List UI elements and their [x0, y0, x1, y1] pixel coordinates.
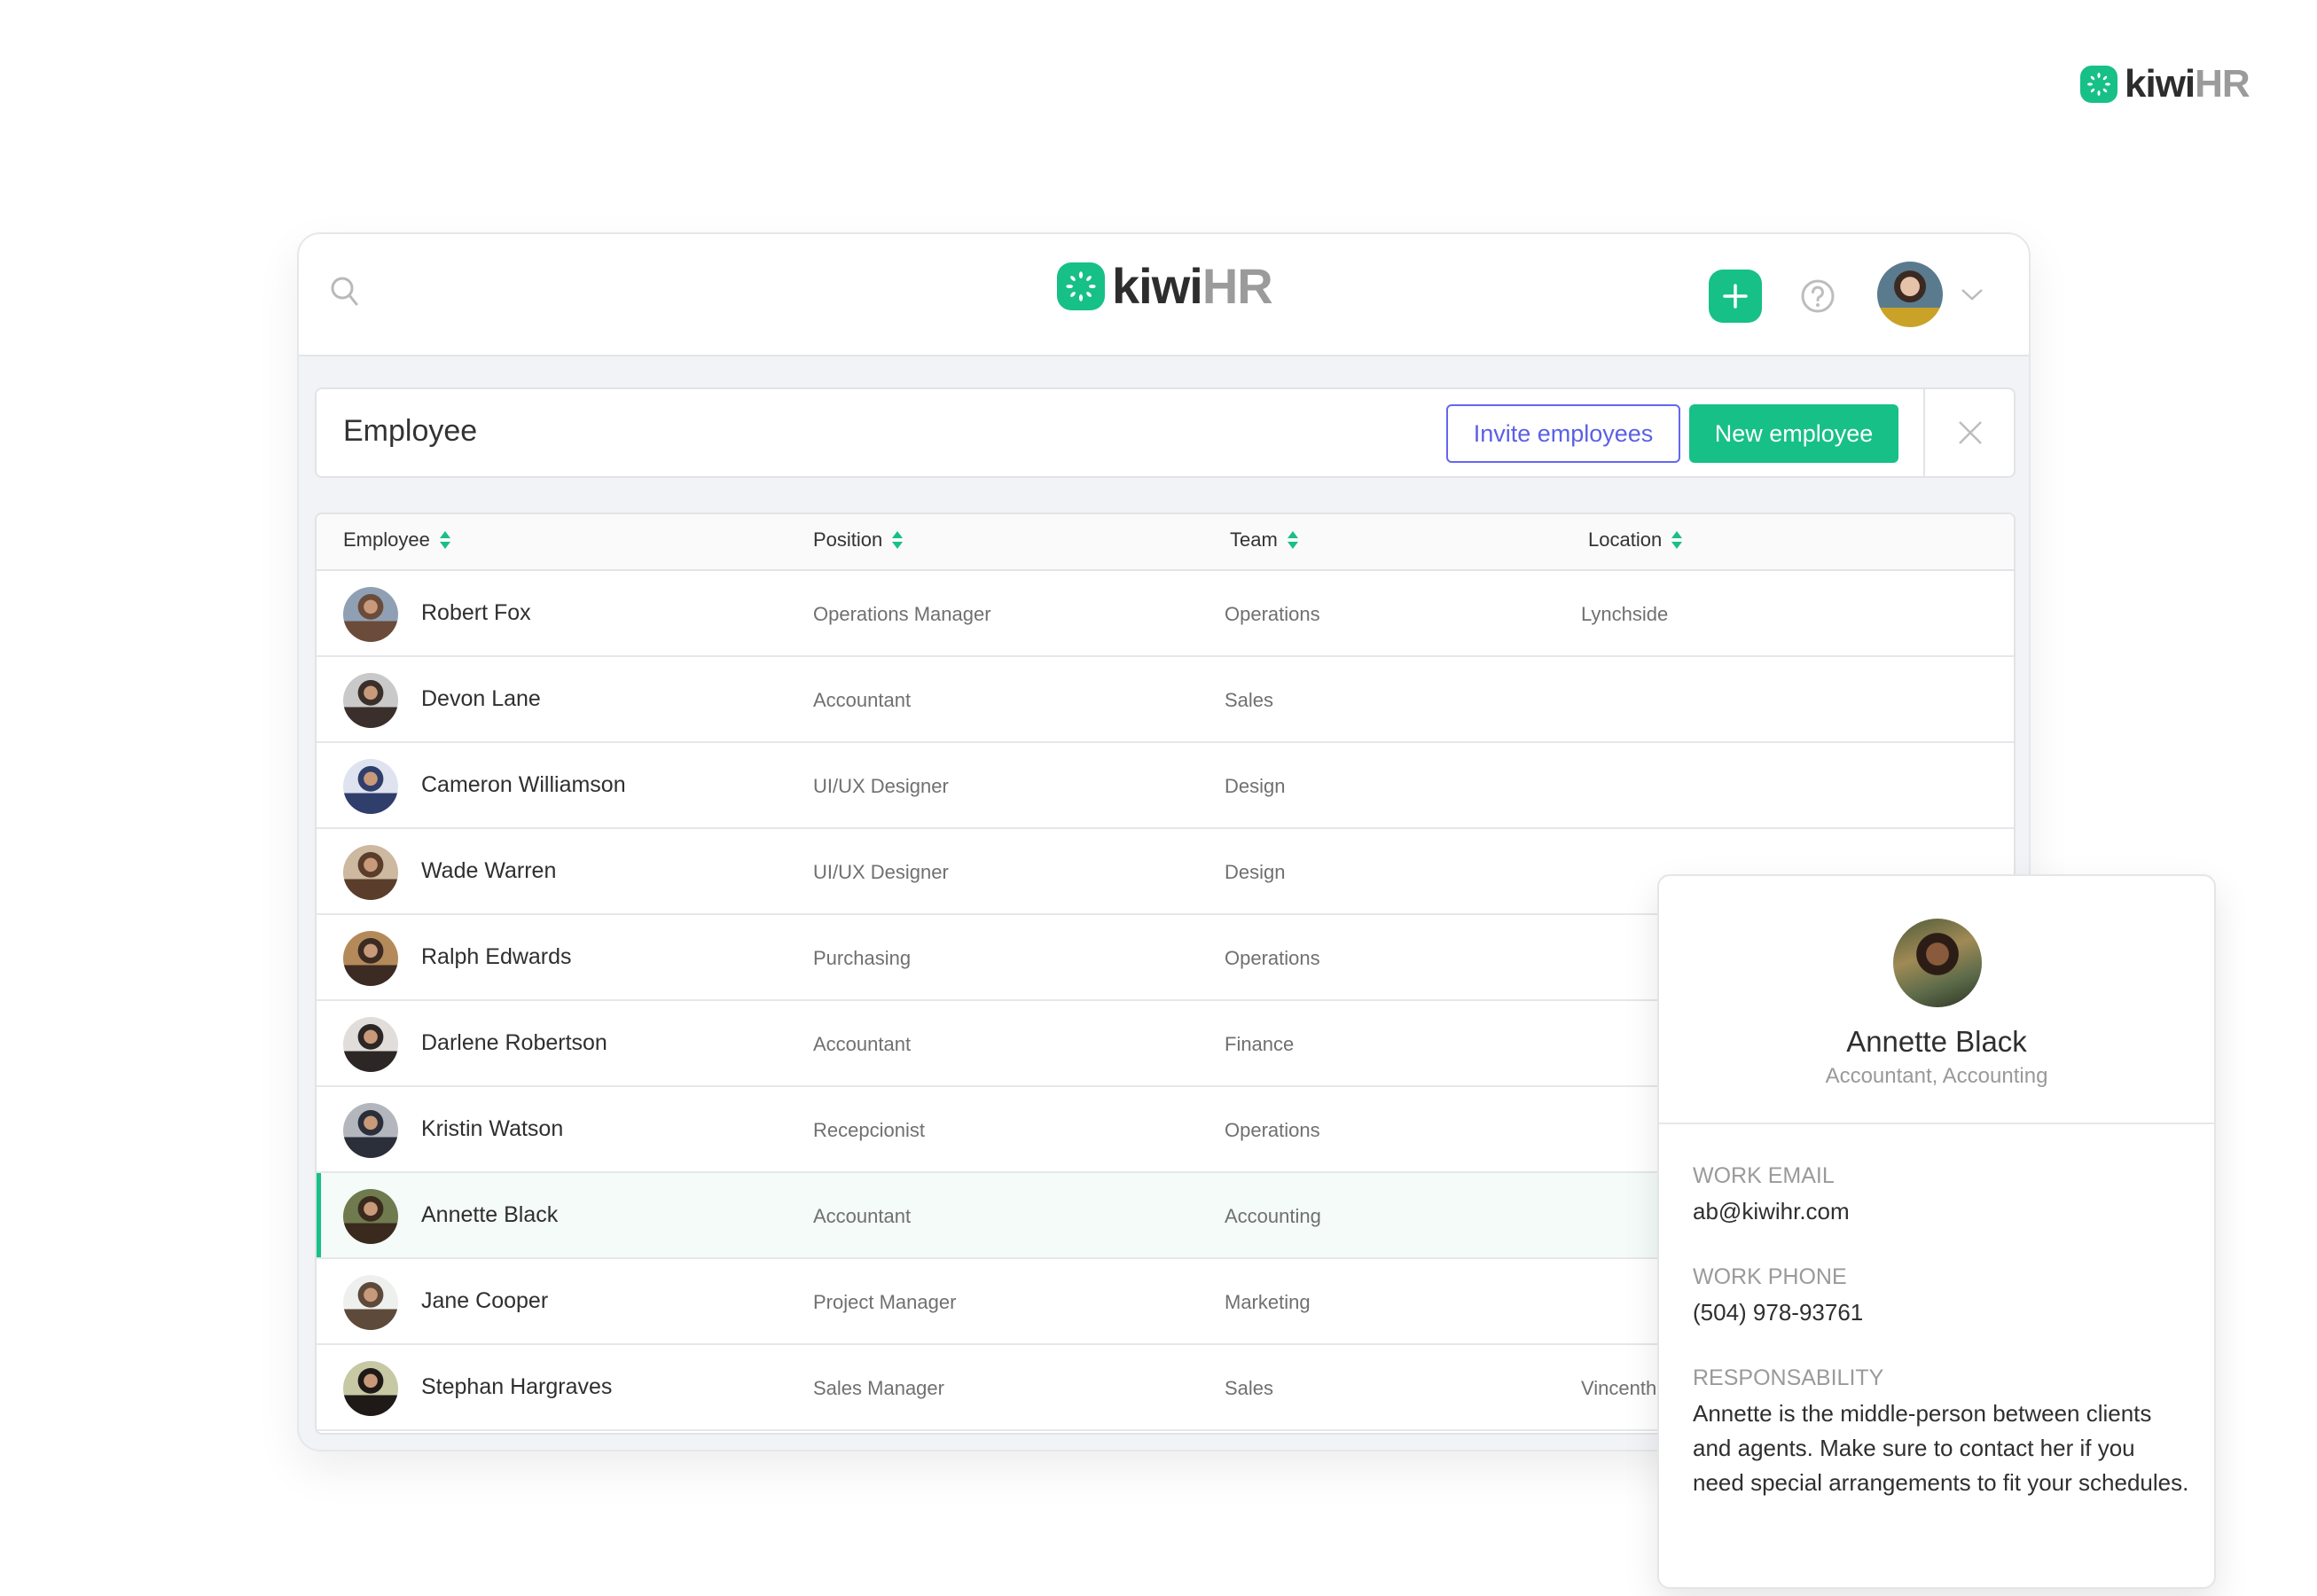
sort-icon	[1287, 531, 1298, 549]
employee-position: Accountant	[813, 1033, 912, 1055]
employee-position: Recepcionist	[813, 1119, 925, 1141]
employee-name: Jane Cooper	[421, 1288, 549, 1313]
employee-avatar	[343, 1361, 398, 1416]
employee-position: UI/UX Designer	[813, 775, 949, 797]
column-header-team[interactable]: Team	[1230, 528, 1299, 552]
employee-team: Marketing	[1225, 1291, 1311, 1313]
kiwi-logo-icon	[2080, 66, 2117, 103]
employee-name: Annette Black	[421, 1202, 559, 1227]
popover-employee-name: Annette Black	[1846, 1025, 2027, 1058]
column-label: Position	[813, 528, 883, 551]
responsibility-text: Annette is the middle-person between cli…	[1693, 1400, 2189, 1496]
help-circle-icon[interactable]	[1800, 278, 1836, 314]
popover-avatar	[1893, 919, 1982, 1007]
employee-avatar	[343, 673, 398, 728]
employee-avatar	[343, 931, 398, 986]
employee-name: Kristin Watson	[421, 1116, 564, 1141]
employee-avatar	[343, 845, 398, 900]
work-phone-value[interactable]: (504) 978-93761	[1693, 1295, 2189, 1330]
brand-wordmark: kiwiHR	[1112, 262, 1273, 311]
new-employee-button[interactable]: New employee	[1689, 404, 1898, 463]
app-window: kiwiHR Employee Invite employees New emp…	[297, 232, 2216, 1589]
sort-icon	[439, 531, 450, 549]
employee-position: Purchasing	[813, 947, 912, 969]
employee-position: UI/UX Designer	[813, 861, 949, 883]
employee-profile-popover: Annette Black Accountant, Accounting WOR…	[1657, 874, 2216, 1589]
employee-avatar	[343, 1103, 398, 1158]
brand-name-hr: HR	[2195, 62, 2250, 106]
employee-name: Devon Lane	[421, 686, 541, 711]
employee-team: Operations	[1225, 603, 1320, 625]
column-label: Employee	[343, 528, 430, 551]
column-label: Team	[1230, 528, 1278, 551]
sort-icon	[892, 531, 904, 549]
search-icon[interactable]	[327, 274, 363, 309]
column-label: Location	[1588, 528, 1663, 551]
responsibility-label: RESPONSABILITY	[1693, 1365, 1884, 1390]
popover-header: Annette Black Accountant, Accounting	[1659, 876, 2214, 1124]
work-email-label: WORK EMAIL	[1693, 1163, 1835, 1188]
employee-team: Sales	[1225, 689, 1274, 711]
plus-icon	[1723, 284, 1748, 309]
employee-position: Sales Manager	[813, 1377, 944, 1399]
table-header: Employee Position Team Location	[317, 514, 2014, 571]
brand-logo[interactable]: kiwiHR	[1057, 262, 1273, 311]
brand-name-kiwi: kiwi	[1112, 258, 1203, 314]
add-button[interactable]	[1709, 270, 1762, 323]
chevron-down-icon[interactable]	[1961, 287, 1984, 301]
employee-team: Design	[1225, 861, 1286, 883]
employee-name: Robert Fox	[421, 600, 531, 625]
page-title: Employee	[343, 414, 478, 448]
table-row[interactable]: Robert Fox Operations Manager Operations Ly…	[317, 571, 2014, 657]
employee-team: Design	[1225, 775, 1286, 797]
employee-team: Accounting	[1225, 1205, 1321, 1227]
column-header-employee[interactable]: Employee	[343, 528, 451, 552]
employee-position: Project Manager	[813, 1291, 957, 1313]
work-email-value[interactable]: ab@kiwihr.com	[1693, 1194, 2189, 1229]
brand-name-hr: HR	[1202, 258, 1273, 314]
work-phone-label: WORK PHONE	[1693, 1264, 1847, 1289]
employee-location: Lynchside	[1581, 603, 1669, 625]
brand-wordmark: kiwiHR	[2125, 65, 2250, 104]
employee-position: Accountant	[813, 689, 912, 711]
employee-position: Accountant	[813, 1205, 912, 1227]
brand-name-kiwi: kiwi	[2125, 62, 2196, 106]
employee-avatar	[343, 587, 398, 642]
close-icon	[1959, 421, 1982, 444]
employee-avatar	[343, 1275, 398, 1330]
employee-name: Ralph Edwards	[421, 944, 572, 969]
sort-icon	[1671, 531, 1683, 549]
page-header: Employee Invite employees New employee	[315, 387, 2016, 478]
employee-name: Wade Warren	[421, 858, 557, 883]
employee-name: Cameron Williamson	[421, 772, 626, 797]
user-avatar[interactable]	[1877, 262, 1943, 327]
brand-logo-corner: kiwiHR	[2080, 65, 2250, 104]
close-button[interactable]	[1923, 389, 2016, 476]
employee-team: Sales	[1225, 1377, 1274, 1399]
employee-avatar	[343, 1189, 398, 1244]
employee-avatar	[343, 759, 398, 814]
table-row[interactable]: Cameron Williamson UI/UX Designer Design	[317, 743, 2014, 829]
employee-team: Operations	[1225, 1119, 1320, 1141]
employee-name: Darlene Robertson	[421, 1030, 607, 1055]
employee-avatar	[343, 1017, 398, 1072]
employee-team: Finance	[1225, 1033, 1295, 1055]
column-header-position[interactable]: Position	[813, 528, 904, 552]
popover-employee-role: Accountant, Accounting	[1825, 1064, 2048, 1088]
table-row[interactable]: Devon Lane Accountant Sales	[317, 657, 2014, 743]
column-header-location[interactable]: Location	[1588, 528, 1683, 552]
kiwi-logo-icon	[1057, 262, 1105, 310]
employee-position: Operations Manager	[813, 603, 991, 625]
invite-employees-button[interactable]: Invite employees	[1446, 404, 1680, 463]
popover-details: WORK EMAIL ab@kiwihr.com WORK PHONE (504…	[1693, 1163, 2189, 1500]
top-navigation-bar: kiwiHR	[299, 234, 2029, 356]
employee-team: Operations	[1225, 947, 1320, 969]
employee-name: Stephan Hargraves	[421, 1374, 613, 1399]
